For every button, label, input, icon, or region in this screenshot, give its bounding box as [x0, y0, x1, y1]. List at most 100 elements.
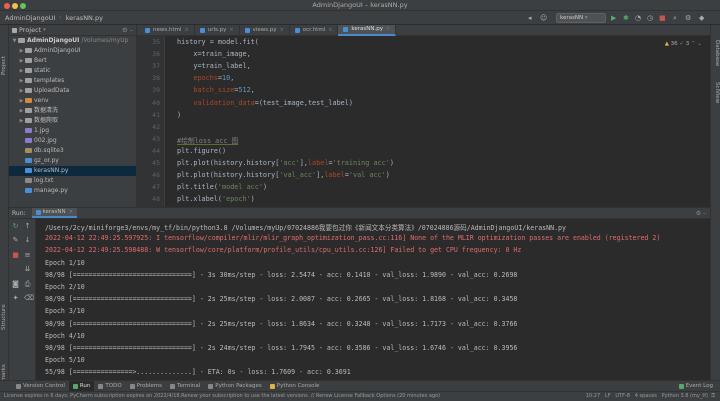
sciview-tool-button[interactable]: SciView — [714, 82, 720, 103]
editor-tab[interactable]: news.html × — [140, 24, 195, 36]
tree-item[interactable]: ▶ 数据爬取 — [9, 116, 136, 126]
code-token: ) — [389, 159, 394, 167]
breadcrumb-project[interactable]: AdminDjangoUI — [5, 14, 55, 22]
close-icon[interactable]: × — [328, 25, 332, 36]
chevron-right-icon[interactable]: ▶ — [18, 46, 25, 56]
tree-item[interactable]: ▶ templates — [9, 76, 136, 86]
scroll-to-end-icon[interactable]: ⇊ — [24, 266, 31, 273]
run-panel-options-icon[interactable]: ⚙ – — [696, 210, 706, 217]
line-number: 37 — [152, 62, 160, 71]
editor-tab[interactable]: kerasNN.py × — [338, 24, 397, 36]
chevron-right-icon[interactable]: ▶ — [18, 86, 25, 96]
breadcrumb-file[interactable]: kerasNN.py — [66, 14, 103, 22]
rerun-icon[interactable]: ↻ — [12, 223, 19, 230]
close-icon[interactable]: × — [229, 25, 233, 36]
code-line: plt.plot(history.history['val_acc'],labe… — [177, 171, 390, 179]
tree-item[interactable]: 002.jpg — [9, 136, 136, 146]
chevron-right-icon[interactable]: ▶ — [18, 96, 25, 106]
inspection-widget[interactable]: ▲ 36 ✓ 3 ⌃ ⌄ — [665, 41, 702, 47]
debug-icon[interactable]: ✱ — [623, 13, 629, 23]
user-icon[interactable]: ☺ — [540, 13, 547, 23]
wrench-icon[interactable]: ✎ — [12, 237, 19, 244]
tree-item[interactable]: 1.jpg — [9, 126, 136, 136]
tree-item[interactable]: gz_or.py — [9, 156, 136, 166]
file-encoding[interactable]: UTF-8 — [615, 393, 630, 399]
event-log-button[interactable]: Event Log — [675, 381, 717, 392]
delete-icon[interactable]: ⌫ — [24, 295, 34, 302]
project-tool-button[interactable]: Project — [1, 56, 7, 75]
tree-item-label: 002.jpg — [34, 137, 57, 144]
editor-tab-label: views.py — [252, 26, 277, 33]
close-icon[interactable]: × — [185, 25, 189, 36]
tree-item[interactable]: ▶ UploadData — [9, 86, 136, 96]
tree-item[interactable]: manage.py — [9, 186, 136, 196]
back-arrow-icon[interactable]: ◂ — [528, 13, 532, 23]
project-panel-title[interactable]: Project — [19, 26, 41, 34]
tree-item[interactable]: ▶ 数据清洗 — [9, 106, 136, 116]
run-console[interactable]: /Users/2cy/miniforge3/envs/my_tf/bin/pyt… — [36, 219, 710, 380]
tree-item[interactable]: db.sqlite3 — [9, 146, 136, 156]
problems-icon — [129, 383, 135, 389]
code-editor[interactable]: 35 36 37 38 39 40 41 42 43 44 45 46 47 48 ▲ 36 ✓ 3 ⌃ … — [137, 36, 710, 207]
close-icon[interactable]: × — [69, 209, 74, 215]
run-tab-kerasnn[interactable]: kerasNN × — [31, 208, 78, 218]
chevron-down-icon[interactable]: ▼ — [11, 36, 18, 46]
tool-window-todo[interactable]: TODO — [94, 381, 125, 392]
chevron-right-icon[interactable]: ▶ — [18, 76, 25, 86]
lock-icon[interactable]: ⚿ — [711, 393, 715, 399]
run-icon[interactable]: ▶ — [611, 13, 616, 23]
tool-window-terminal[interactable]: Terminal — [166, 381, 204, 392]
python-interpreter[interactable]: Python 3.8 (my_tf) — [662, 393, 708, 399]
close-icon[interactable]: × — [386, 24, 390, 35]
tree-item-label: venv — [34, 97, 49, 104]
coverage-icon[interactable]: ◔ — [635, 13, 641, 23]
line-separator[interactable]: LF — [605, 393, 611, 399]
editor-tab[interactable]: ocr.html × — [290, 24, 339, 36]
panel-options-icon[interactable]: ⚙ – — [122, 26, 133, 34]
chevron-right-icon[interactable]: ▶ — [18, 106, 25, 116]
tool-window-version-control[interactable]: Version Control — [12, 381, 69, 392]
tool-window-label: Problems — [136, 382, 163, 389]
tree-item[interactable]: ▶ AdminDjangoUI — [9, 46, 136, 56]
chevron-right-icon[interactable]: ▶ — [18, 56, 25, 66]
tree-item[interactable]: kerasNN.py — [9, 166, 136, 176]
search-everywhere-icon[interactable]: ⌕ — [673, 13, 677, 23]
indentation[interactable]: 4 spaces — [635, 393, 657, 399]
soft-wrap-icon[interactable]: ≡ — [24, 252, 31, 259]
tool-window-problems[interactable]: Problems — [126, 381, 166, 392]
run-configuration-select[interactable]: kerasNN ▾ — [556, 13, 606, 23]
chevron-right-icon[interactable]: ▶ — [18, 66, 25, 76]
chevron-right-icon[interactable]: ▶ — [18, 116, 25, 126]
print-icon[interactable]: ⎙ — [24, 281, 31, 288]
structure-tool-button[interactable]: Structure — [1, 304, 7, 330]
line-number: 48 — [152, 195, 160, 204]
tree-item[interactable]: ▶ Bert — [9, 56, 136, 66]
line-number: 44 — [152, 146, 160, 155]
database-tool-button[interactable]: Database — [714, 40, 720, 66]
scroll-down-icon[interactable]: ↓ — [24, 237, 31, 244]
scroll-up-icon[interactable]: ↑ — [24, 223, 31, 230]
editor-tab[interactable]: urls.py × — [195, 24, 240, 36]
tool-window-python-console[interactable]: Python Console — [266, 381, 324, 392]
status-message[interactable]: License expires in 6 days: PyCharm subsc… — [4, 393, 440, 399]
pin-icon[interactable]: ✦ — [12, 295, 19, 302]
chevron-up-icon[interactable]: ⌃ — [691, 41, 696, 47]
camera-icon[interactable]: ◙ — [12, 281, 19, 288]
settings-gear-icon[interactable]: ⚙ — [685, 13, 691, 23]
tool-window-label: TODO — [105, 382, 122, 389]
tool-window-run[interactable]: Run — [68, 380, 95, 392]
tree-item[interactable]: ▶ venv — [9, 96, 136, 106]
tool-window-python-packages[interactable]: Python Packages — [204, 381, 265, 392]
tree-item[interactable]: ▶ static — [9, 66, 136, 76]
close-icon[interactable]: × — [280, 25, 284, 36]
chevron-down-icon[interactable]: ⌄ — [697, 41, 702, 47]
editor-tab[interactable]: views.py × — [240, 24, 290, 36]
left-tool-strip: Project Structure Bookmarks — [0, 25, 9, 395]
project-root[interactable]: ▼ AdminDjangoUI /Volumes/myUp — [9, 36, 136, 46]
chevron-down-icon[interactable]: ▾ — [43, 27, 46, 33]
caret-position[interactable]: 10:27 — [586, 393, 600, 399]
profile-icon[interactable]: ◷ — [647, 13, 653, 23]
stop-icon[interactable]: ■ — [12, 252, 19, 259]
stop-icon[interactable]: ■ — [659, 13, 666, 23]
tree-item[interactable]: log.txt — [9, 176, 136, 186]
